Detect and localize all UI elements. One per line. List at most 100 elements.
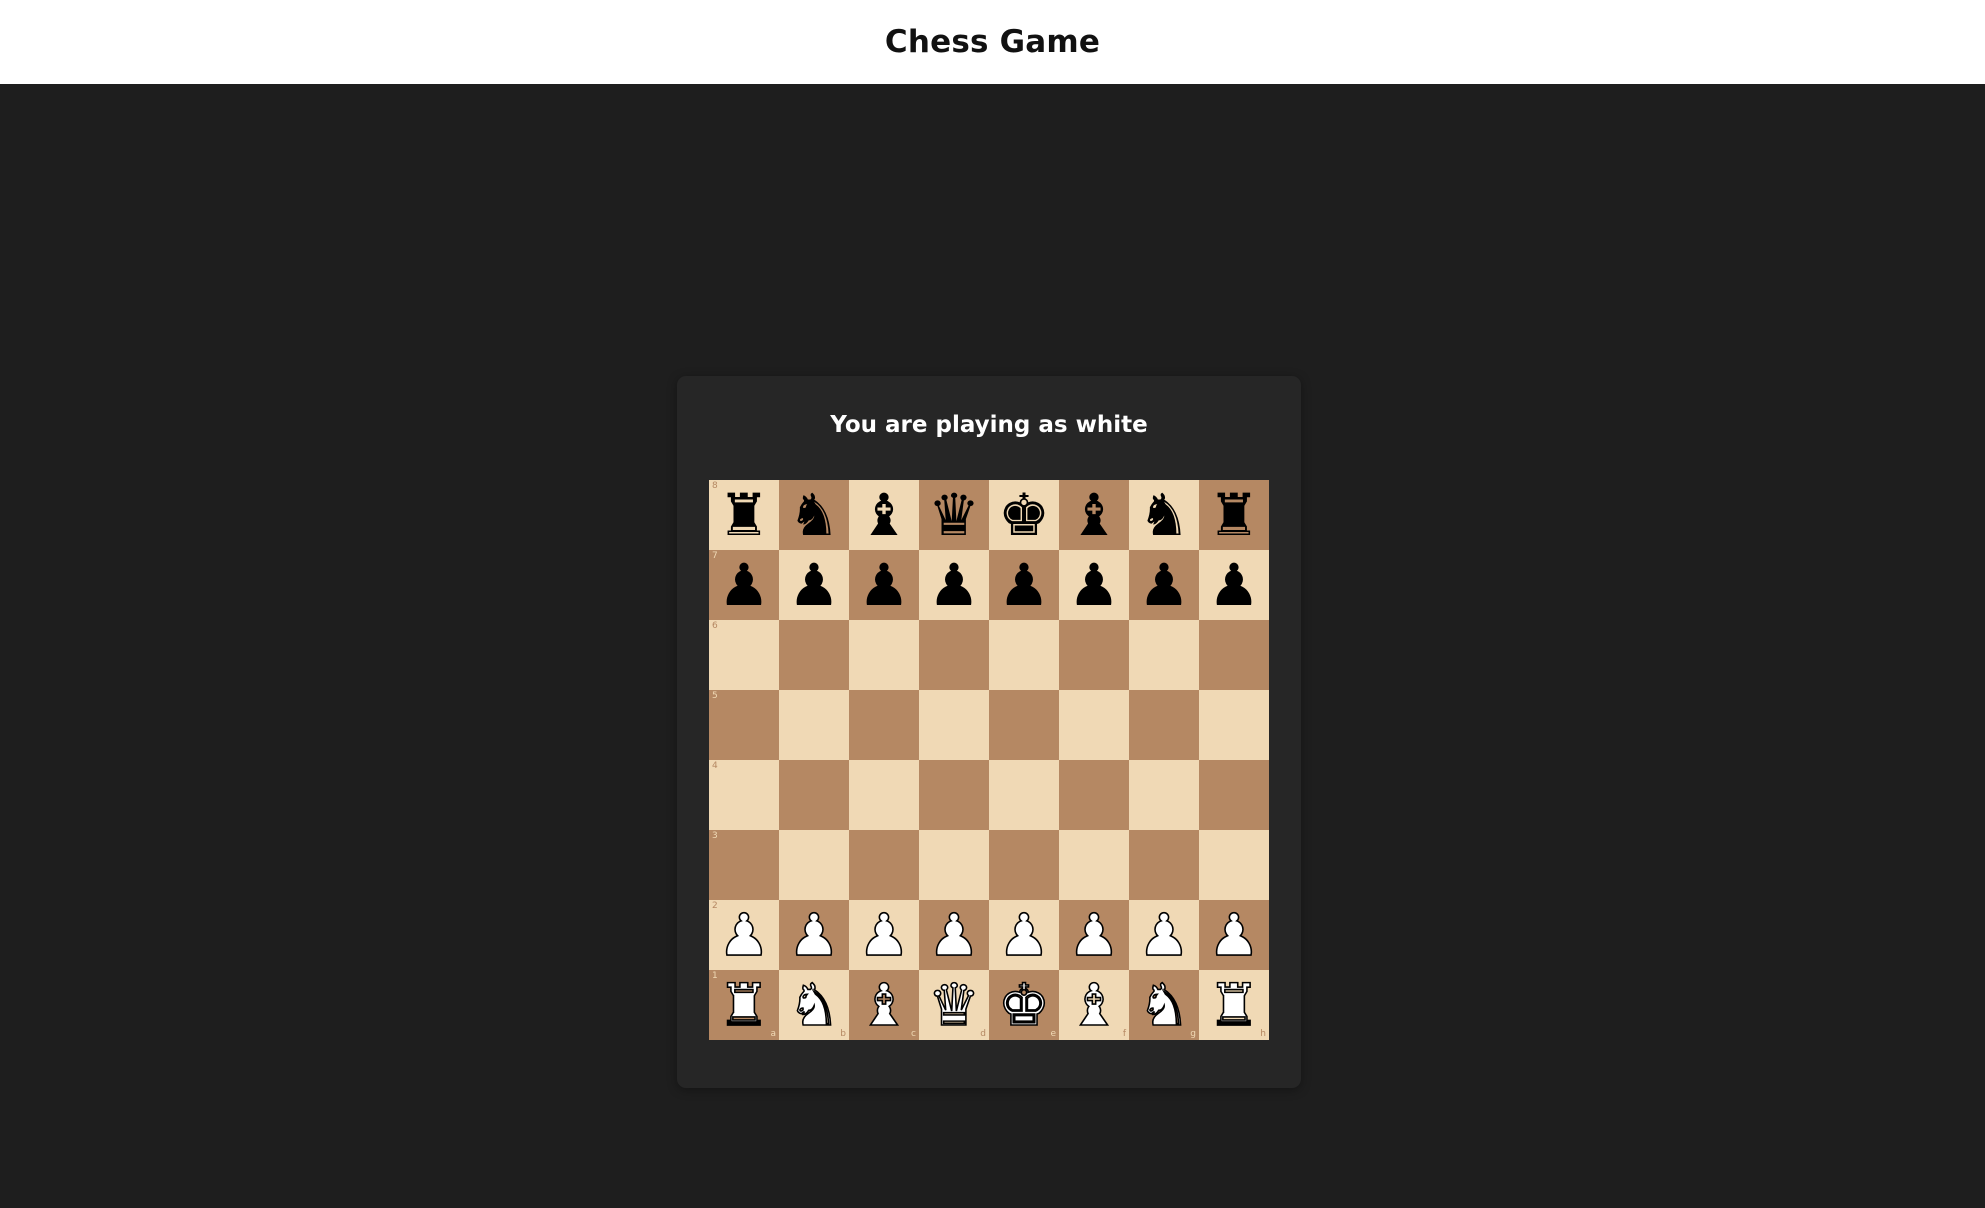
square-e2[interactable]: ♟ [989,900,1059,970]
square-d3[interactable] [919,830,989,900]
square-c8[interactable]: ♝ [849,480,919,550]
square-h5[interactable] [1199,690,1269,760]
square-f4[interactable] [1059,760,1129,830]
square-e3[interactable] [989,830,1059,900]
square-c7[interactable]: ♟ [849,550,919,620]
square-e4[interactable] [989,760,1059,830]
square-d1[interactable]: d ♛ [919,970,989,1040]
white-pawn-icon[interactable]: ♟ [1207,900,1261,970]
square-g2[interactable]: ♟ [1129,900,1199,970]
black-pawn-icon[interactable]: ♟ [1208,550,1260,620]
white-pawn-icon[interactable]: ♟ [927,900,981,970]
white-rook-icon[interactable]: ♜ [717,970,771,1040]
square-g7[interactable]: ♟ [1129,550,1199,620]
white-king-icon[interactable]: ♚ [997,970,1051,1040]
square-h3[interactable] [1199,830,1269,900]
square-c6[interactable] [849,620,919,690]
square-a8[interactable]: 8 ♜ [709,480,779,550]
square-h7[interactable]: ♟ [1199,550,1269,620]
white-bishop-icon[interactable]: ♝ [857,970,911,1040]
square-h8[interactable]: ♜ [1199,480,1269,550]
white-knight-icon[interactable]: ♞ [787,970,841,1040]
square-h1[interactable]: h ♜ [1199,970,1269,1040]
square-f3[interactable] [1059,830,1129,900]
black-bishop-icon[interactable]: ♝ [858,480,910,550]
black-pawn-icon[interactable]: ♟ [1068,550,1120,620]
square-c1[interactable]: c ♝ [849,970,919,1040]
square-d8[interactable]: ♛ [919,480,989,550]
square-d5[interactable] [919,690,989,760]
square-b5[interactable] [779,690,849,760]
rank-label: 4 [712,761,718,771]
white-pawn-icon[interactable]: ♟ [787,900,841,970]
square-h2[interactable]: ♟ [1199,900,1269,970]
white-pawn-icon[interactable]: ♟ [717,900,771,970]
black-bishop-icon[interactable]: ♝ [1068,480,1120,550]
square-a4[interactable]: 4 [709,760,779,830]
square-e1[interactable]: e ♚ [989,970,1059,1040]
square-b7[interactable]: ♟ [779,550,849,620]
square-g8[interactable]: ♞ [1129,480,1199,550]
black-pawn-icon[interactable]: ♟ [928,550,980,620]
square-c3[interactable] [849,830,919,900]
black-queen-icon[interactable]: ♛ [928,480,980,550]
square-e8[interactable]: ♚ [989,480,1059,550]
square-e5[interactable] [989,690,1059,760]
white-queen-icon[interactable]: ♛ [927,970,981,1040]
square-f7[interactable]: ♟ [1059,550,1129,620]
file-label: a [770,1029,776,1039]
black-rook-icon[interactable]: ♜ [718,480,770,550]
chess-board[interactable]: 8 ♜ ♞ ♝ ♛ ♚ ♝ ♞ ♜ 7 ♟ ♟ ♟ ♟ ♟ ♟ ♟ ♟ 6 5 4 3 2 ♟ ♟ ♟ ♟ ♟ ♟ ♟ ♟ 1 a ♜ b ♞ c ♝ d ♛… [709,480,1269,1040]
square-f8[interactable]: ♝ [1059,480,1129,550]
black-pawn-icon[interactable]: ♟ [1138,550,1190,620]
black-king-icon[interactable]: ♚ [998,480,1050,550]
white-pawn-icon[interactable]: ♟ [997,900,1051,970]
black-pawn-icon[interactable]: ♟ [998,550,1050,620]
square-c5[interactable] [849,690,919,760]
square-f1[interactable]: f ♝ [1059,970,1129,1040]
square-a2[interactable]: 2 ♟ [709,900,779,970]
black-rook-icon[interactable]: ♜ [1208,480,1260,550]
square-d7[interactable]: ♟ [919,550,989,620]
white-rook-icon[interactable]: ♜ [1207,970,1261,1040]
main-area: You are playing as white 8 ♜ ♞ ♝ ♛ ♚ ♝ ♞ ♜ 7 ♟ ♟ ♟ ♟ ♟… [0,84,1985,1208]
black-knight-icon[interactable]: ♞ [1138,480,1190,550]
square-d2[interactable]: ♟ [919,900,989,970]
square-g5[interactable] [1129,690,1199,760]
square-a7[interactable]: 7 ♟ [709,550,779,620]
white-pawn-icon[interactable]: ♟ [1067,900,1121,970]
square-a6[interactable]: 6 [709,620,779,690]
black-pawn-icon[interactable]: ♟ [858,550,910,620]
black-knight-icon[interactable]: ♞ [788,480,840,550]
square-g3[interactable] [1129,830,1199,900]
square-b2[interactable]: ♟ [779,900,849,970]
square-g1[interactable]: g ♞ [1129,970,1199,1040]
square-a5[interactable]: 5 [709,690,779,760]
square-h4[interactable] [1199,760,1269,830]
white-knight-icon[interactable]: ♞ [1137,970,1191,1040]
square-e6[interactable] [989,620,1059,690]
square-h6[interactable] [1199,620,1269,690]
square-b4[interactable] [779,760,849,830]
white-pawn-icon[interactable]: ♟ [857,900,911,970]
square-b3[interactable] [779,830,849,900]
square-f2[interactable]: ♟ [1059,900,1129,970]
square-d6[interactable] [919,620,989,690]
white-pawn-icon[interactable]: ♟ [1137,900,1191,970]
square-d4[interactable] [919,760,989,830]
square-b1[interactable]: b ♞ [779,970,849,1040]
square-g6[interactable] [1129,620,1199,690]
black-pawn-icon[interactable]: ♟ [788,550,840,620]
square-b8[interactable]: ♞ [779,480,849,550]
square-a1[interactable]: 1 a ♜ [709,970,779,1040]
square-a3[interactable]: 3 [709,830,779,900]
square-b6[interactable] [779,620,849,690]
square-c2[interactable]: ♟ [849,900,919,970]
white-bishop-icon[interactable]: ♝ [1067,970,1121,1040]
square-c4[interactable] [849,760,919,830]
square-e7[interactable]: ♟ [989,550,1059,620]
black-pawn-icon[interactable]: ♟ [718,550,770,620]
square-f6[interactable] [1059,620,1129,690]
square-g4[interactable] [1129,760,1199,830]
square-f5[interactable] [1059,690,1129,760]
